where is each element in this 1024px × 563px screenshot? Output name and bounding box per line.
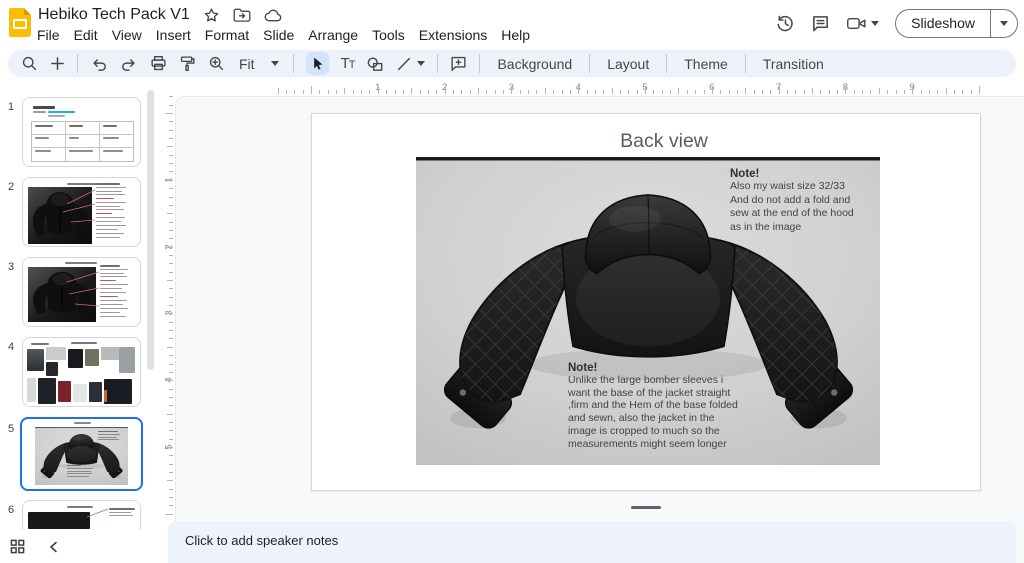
background-button[interactable]: Background bbox=[492, 56, 577, 72]
filmstrip-scrollbar[interactable] bbox=[147, 90, 154, 370]
slide-thumbnail-3[interactable] bbox=[22, 257, 141, 327]
slide-thumbnail-6[interactable] bbox=[22, 500, 141, 530]
toolbar-separator bbox=[589, 54, 590, 73]
slide-title-textbox[interactable]: Back view bbox=[432, 130, 896, 153]
zoom-value: Fit bbox=[239, 56, 255, 72]
menu-format[interactable]: Format bbox=[198, 27, 256, 43]
note-heading: Note! bbox=[730, 168, 882, 180]
slideshow-dropdown-button[interactable] bbox=[990, 10, 1017, 37]
slide-number-1: 1 bbox=[3, 101, 19, 113]
slide-number-6: 6 bbox=[3, 504, 19, 516]
filmstrip-bottom-bar bbox=[0, 530, 163, 563]
menu-insert[interactable]: Insert bbox=[149, 27, 198, 43]
move-to-folder-icon[interactable] bbox=[233, 7, 251, 23]
toolbar: Fit TT Background Layout Theme Transitio… bbox=[8, 50, 1016, 77]
insert-comment-icon[interactable] bbox=[450, 55, 467, 72]
zoom-caret-icon bbox=[271, 61, 279, 66]
slide-number-2: 2 bbox=[3, 181, 19, 193]
header: Hebiko Tech Pack V1 File Edit View Inser… bbox=[0, 0, 1024, 48]
note-heading: Note! bbox=[568, 362, 750, 374]
comments-icon[interactable] bbox=[811, 14, 830, 33]
slide-thumbnail-5-selected[interactable] bbox=[20, 417, 143, 491]
menu-view[interactable]: View bbox=[105, 27, 149, 43]
slide-thumbnail-1[interactable] bbox=[22, 97, 141, 167]
cloud-saved-icon[interactable] bbox=[264, 8, 283, 23]
zoom-select[interactable]: Fit bbox=[237, 56, 281, 72]
menu-edit[interactable]: Edit bbox=[67, 27, 105, 43]
speaker-notes-panel[interactable]: Click to add speaker notes bbox=[168, 521, 1016, 563]
slide-thumbnail-2[interactable] bbox=[22, 177, 141, 247]
star-icon[interactable] bbox=[203, 7, 220, 24]
document-title[interactable]: Hebiko Tech Pack V1 bbox=[38, 6, 190, 24]
menu-extensions[interactable]: Extensions bbox=[412, 27, 494, 43]
canvas-area: 1 2 3 4 5 6 7 8 9 1 2 3 4 5 Back view No bbox=[163, 82, 1024, 563]
menubar: File Edit View Insert Format Slide Arran… bbox=[30, 25, 537, 44]
slides-logo-icon[interactable] bbox=[9, 8, 31, 37]
thumbnail-list: 1 bbox=[0, 82, 163, 530]
notes-resize-handle[interactable] bbox=[631, 506, 661, 509]
paint-format-icon[interactable] bbox=[179, 55, 196, 72]
slide-thumbnail-4[interactable] bbox=[22, 337, 141, 407]
slide-number-5: 5 bbox=[3, 423, 19, 435]
speaker-notes-placeholder: Click to add speaker notes bbox=[185, 533, 338, 548]
slideshow-split-button: Slideshow bbox=[895, 9, 1018, 38]
toolbar-separator bbox=[745, 54, 746, 73]
redo-icon[interactable] bbox=[120, 56, 138, 72]
menu-slide[interactable]: Slide bbox=[256, 27, 301, 43]
transition-button[interactable]: Transition bbox=[758, 56, 829, 72]
collapse-filmstrip-icon[interactable] bbox=[49, 541, 58, 553]
camera-caret-icon[interactable] bbox=[871, 21, 879, 26]
slide-editor[interactable]: Back view Note! Also my waist size 32/33… bbox=[311, 113, 981, 491]
google-slides-window: Hebiko Tech Pack V1 File Edit View Inser… bbox=[0, 0, 1024, 563]
grid-view-icon[interactable] bbox=[10, 539, 25, 554]
note-body: Also my waist size 32/33 And do not add … bbox=[730, 180, 882, 234]
note-textbox-top[interactable]: Note! Also my waist size 32/33 And do no… bbox=[730, 168, 882, 234]
print-icon[interactable] bbox=[150, 55, 167, 72]
add-slide-button[interactable] bbox=[50, 56, 65, 71]
select-tool-button[interactable] bbox=[306, 52, 329, 75]
search-icon[interactable] bbox=[21, 55, 38, 72]
menu-file[interactable]: File bbox=[30, 27, 67, 43]
slide-number-3: 3 bbox=[3, 261, 19, 273]
toolbar-separator bbox=[479, 54, 480, 73]
menu-tools[interactable]: Tools bbox=[365, 27, 412, 43]
note-body: Unlike the large bomber sleeves i want t… bbox=[568, 374, 750, 450]
zoom-in-icon[interactable] bbox=[208, 55, 225, 72]
version-history-icon[interactable] bbox=[776, 14, 795, 33]
cursor-arrow-icon bbox=[310, 56, 325, 71]
toolbar-separator bbox=[666, 54, 667, 73]
vertical-ruler: 1 2 3 4 5 bbox=[163, 82, 175, 563]
toolbar-separator bbox=[293, 54, 294, 73]
menu-help[interactable]: Help bbox=[494, 27, 537, 43]
layout-button[interactable]: Layout bbox=[602, 56, 654, 72]
jacket-back-image[interactable]: Note! Also my waist size 32/33 And do no… bbox=[416, 157, 880, 465]
slideshow-button[interactable]: Slideshow bbox=[896, 10, 990, 37]
filmstrip: 1 bbox=[0, 82, 163, 563]
menu-arrange[interactable]: Arrange bbox=[301, 27, 365, 43]
toolbar-separator bbox=[437, 54, 438, 73]
horizontal-ruler: 1 2 3 4 5 6 7 8 9 bbox=[163, 82, 1024, 96]
shape-tool-button[interactable] bbox=[366, 56, 384, 72]
line-tool-button[interactable] bbox=[396, 56, 425, 72]
line-icon bbox=[396, 56, 412, 72]
slide-number-4: 4 bbox=[3, 341, 19, 353]
meet-call-button[interactable] bbox=[846, 15, 879, 32]
textbox-tool-button[interactable]: TT bbox=[341, 55, 355, 72]
line-caret-icon bbox=[417, 61, 425, 66]
theme-button[interactable]: Theme bbox=[679, 56, 733, 72]
video-camera-icon bbox=[846, 15, 867, 32]
toolbar-separator bbox=[77, 54, 78, 73]
undo-icon[interactable] bbox=[90, 56, 108, 72]
note-textbox-bottom[interactable]: Note! Unlike the large bomber sleeves i … bbox=[568, 362, 750, 450]
